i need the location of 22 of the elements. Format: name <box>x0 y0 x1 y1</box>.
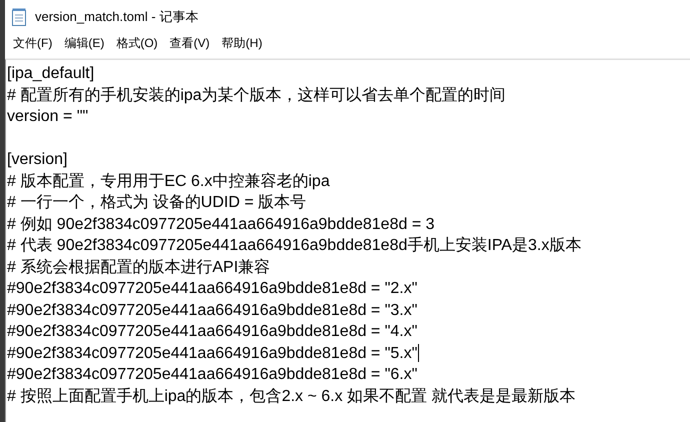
menu-item[interactable]: 查看(V) <box>164 32 216 55</box>
window-title: version_match.toml - 记事本 <box>35 8 198 26</box>
text-line: [ipa_default] <box>7 64 94 84</box>
text-line: #90e2f3834c0977205e441aa664916a9bdde81e8d = "4.x" <box>7 322 418 342</box>
text-line: # 按照上面配置手机上ipa的版本，包含2.x ~ 6.x 如果不配置 就代表是是最新版本 <box>7 386 576 406</box>
notepad-icon <box>11 8 27 26</box>
text-line: #90e2f3834c0977205e441aa664916a9bdde81e8d = "2.x" <box>7 279 418 299</box>
menu-item[interactable]: 文件(F) <box>7 32 58 55</box>
menu-item[interactable]: 格式(O) <box>110 32 164 55</box>
menu-item[interactable]: 编辑(E) <box>58 32 110 55</box>
text-line: #90e2f3834c0977205e441aa664916a9bdde81e8d = "5.x" <box>7 344 418 364</box>
text-line: # 一行一个，格式为 设备的UDID = 版本号 <box>7 192 306 213</box>
text-line: #90e2f3834c0977205e441aa664916a9bdde81e8d = "6.x" <box>7 365 418 385</box>
menu-item[interactable]: 帮助(H) <box>216 32 268 55</box>
text-line: [version] <box>7 150 68 170</box>
text-line: # 系统会根据配置的版本进行API兼容 <box>7 258 270 278</box>
text-line: #90e2f3834c0977205e441aa664916a9bdde81e8d = "3.x" <box>7 300 418 320</box>
text-line: # 代表 90e2f3834c0977205e441aa664916a9bdde81e8d手机上安装IPA是3.x版本 <box>7 236 582 256</box>
text-line: # 配置所有的手机安装的ipa为某个版本，这样可以省去单个配置的时间 <box>7 86 506 106</box>
text-line: # 例如 90e2f3834c0977205e441aa664916a9bdde81e8d = 3 <box>7 214 435 234</box>
text-line: version = "" <box>7 107 88 127</box>
text-line: # 版本配置，专用用于EC 6.x中控兼容老的ipa <box>7 172 330 192</box>
